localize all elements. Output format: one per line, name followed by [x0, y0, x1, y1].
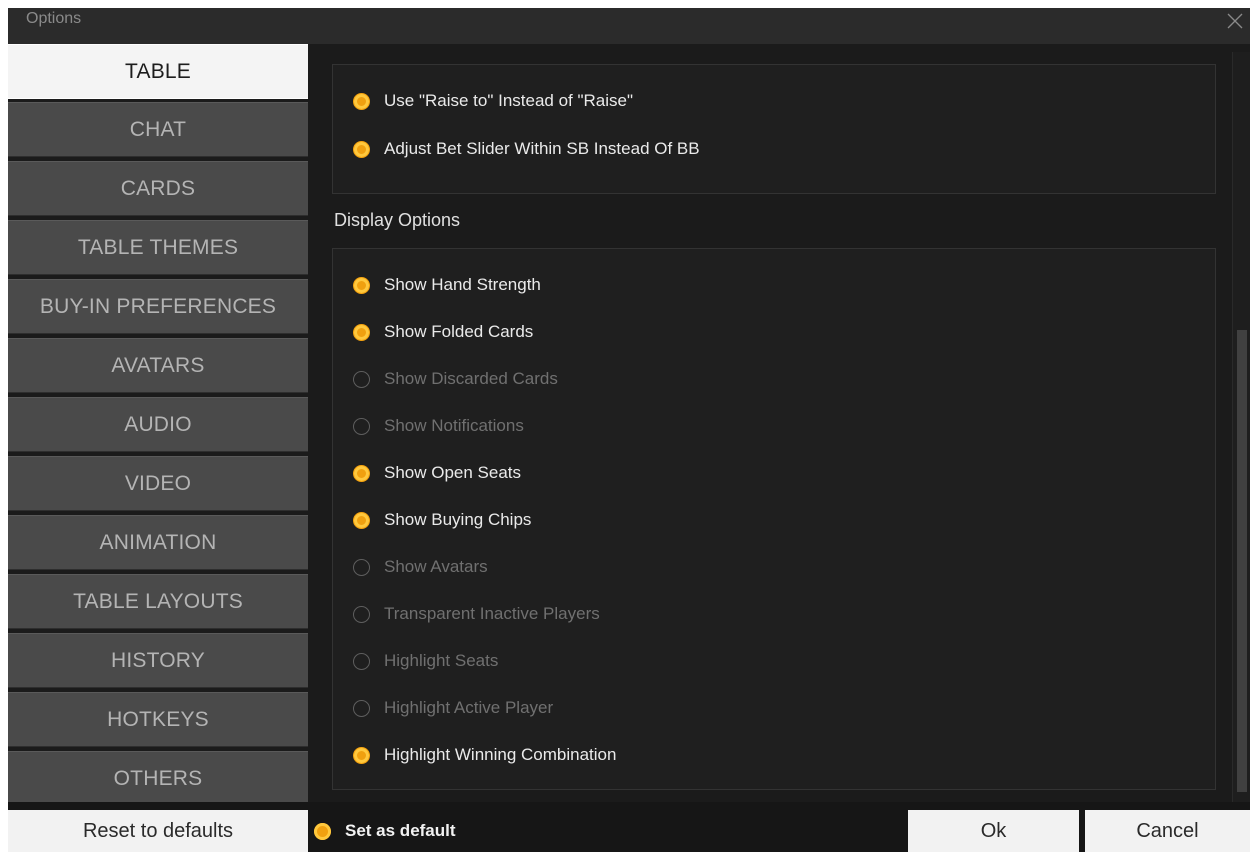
- radio-icon[interactable]: [353, 652, 370, 670]
- sidebar-item-label: CHAT: [129, 117, 187, 141]
- radio-icon[interactable]: [353, 746, 370, 764]
- option-show-discarded-cards[interactable]: Show Discarded Cards: [353, 367, 558, 391]
- close-icon[interactable]: [1226, 12, 1244, 30]
- scrollbar-thumb[interactable]: [1237, 330, 1247, 792]
- radio-icon[interactable]: [353, 370, 370, 388]
- sidebar-item-chat[interactable]: CHAT: [8, 102, 308, 157]
- option-label: Adjust Bet Slider Within SB Instead Of B…: [384, 139, 700, 158]
- sidebar-item-hotkeys[interactable]: HOTKEYS: [8, 692, 308, 747]
- set-as-default-label: Set as default: [345, 821, 456, 840]
- display-options-heading: Display Options: [334, 210, 461, 230]
- sidebar-item-label: ANIMATION: [99, 530, 217, 554]
- content-scrollbar[interactable]: [1232, 52, 1250, 802]
- sidebar-item-audio[interactable]: AUDIO: [8, 397, 308, 452]
- options-sidebar: TABLE CHAT CARDS TABLE THEMES BUY-IN PRE…: [8, 44, 308, 806]
- option-show-avatars[interactable]: Show Avatars: [353, 555, 488, 579]
- radio-icon[interactable]: [353, 699, 370, 717]
- option-label: Highlight Seats: [384, 651, 499, 670]
- title-bar: Options: [8, 8, 1250, 44]
- sidebar-item-table-themes[interactable]: TABLE THEMES: [8, 220, 308, 275]
- options-content: Use "Raise to" Instead of "Raise" Adjust…: [314, 44, 1250, 802]
- sidebar-item-animation[interactable]: ANIMATION: [8, 515, 308, 570]
- sidebar-item-label: HISTORY: [111, 648, 205, 672]
- option-show-open-seats[interactable]: Show Open Seats: [353, 461, 521, 485]
- option-label: Use "Raise to" Instead of "Raise": [384, 91, 634, 110]
- option-highlight-active-player[interactable]: Highlight Active Player: [353, 696, 553, 720]
- radio-icon[interactable]: [353, 417, 370, 435]
- option-label: Highlight Winning Combination: [384, 745, 617, 764]
- option-label: Show Folded Cards: [384, 322, 534, 341]
- ok-button[interactable]: Ok: [908, 810, 1079, 852]
- option-label: Show Hand Strength: [384, 275, 541, 294]
- radio-icon[interactable]: [353, 92, 370, 110]
- options-dialog: Options TABLE CHAT CARDS TABLE THEMES BU…: [8, 8, 1250, 852]
- option-transparent-inactive-players[interactable]: Transparent Inactive Players: [353, 602, 600, 626]
- option-show-notifications[interactable]: Show Notifications: [353, 414, 524, 438]
- radio-icon[interactable]: [353, 276, 370, 294]
- sidebar-item-table[interactable]: TABLE: [8, 44, 308, 99]
- radio-icon[interactable]: [314, 822, 331, 840]
- sidebar-item-table-layouts[interactable]: TABLE LAYOUTS: [8, 574, 308, 629]
- reset-to-defaults-button[interactable]: Reset to defaults: [8, 810, 308, 852]
- radio-icon[interactable]: [353, 464, 370, 482]
- option-show-folded-cards[interactable]: Show Folded Cards: [353, 320, 533, 344]
- betting-options-group: Use "Raise to" Instead of "Raise" Adjust…: [332, 64, 1216, 194]
- option-highlight-seats[interactable]: Highlight Seats: [353, 649, 498, 673]
- set-as-default-toggle[interactable]: Set as default: [314, 810, 456, 852]
- option-use-raise-to[interactable]: Use "Raise to" Instead of "Raise": [353, 89, 633, 113]
- sidebar-item-cards[interactable]: CARDS: [8, 161, 308, 216]
- sidebar-item-label: AVATARS: [111, 353, 205, 377]
- option-highlight-winning-combination[interactable]: Highlight Winning Combination: [353, 743, 616, 767]
- radio-icon[interactable]: [353, 323, 370, 341]
- cancel-button[interactable]: Cancel: [1085, 810, 1250, 852]
- sidebar-item-history[interactable]: HISTORY: [8, 633, 308, 688]
- sidebar-item-label: HOTKEYS: [107, 707, 209, 731]
- option-label: Show Buying Chips: [384, 510, 532, 529]
- option-label: Show Avatars: [384, 557, 488, 576]
- sidebar-item-label: TABLE LAYOUTS: [73, 589, 243, 613]
- radio-icon[interactable]: [353, 558, 370, 576]
- option-label: Transparent Inactive Players: [384, 604, 600, 623]
- option-label: Show Discarded Cards: [384, 369, 558, 388]
- option-label: Show Open Seats: [384, 463, 522, 482]
- option-adjust-bet-slider[interactable]: Adjust Bet Slider Within SB Instead Of B…: [353, 137, 700, 161]
- sidebar-item-label: AUDIO: [124, 412, 192, 436]
- dialog-footer: Reset to defaults Set as default Ok Canc…: [8, 802, 1250, 852]
- sidebar-item-avatars[interactable]: AVATARS: [8, 338, 308, 393]
- sidebar-item-label: BUY-IN PREFERENCES: [39, 294, 277, 318]
- sidebar-item-label: TABLE: [125, 59, 191, 83]
- display-options-group: Show Hand Strength Show Folded Cards Sho…: [332, 248, 1216, 790]
- sidebar-item-buy-in-preferences[interactable]: BUY-IN PREFERENCES: [8, 279, 308, 334]
- sidebar-item-label: TABLE THEMES: [77, 235, 239, 259]
- radio-icon[interactable]: [353, 140, 370, 158]
- option-label: Show Notifications: [384, 416, 524, 435]
- sidebar-item-label: VIDEO: [124, 471, 192, 495]
- radio-icon[interactable]: [353, 511, 370, 529]
- sidebar-item-label: CARDS: [120, 176, 196, 200]
- radio-icon[interactable]: [353, 605, 370, 623]
- sidebar-item-label: OTHERS: [113, 766, 203, 790]
- sidebar-item-others[interactable]: OTHERS: [8, 751, 308, 806]
- sidebar-item-video[interactable]: VIDEO: [8, 456, 308, 511]
- option-label: Highlight Active Player: [384, 698, 554, 717]
- option-show-buying-chips[interactable]: Show Buying Chips: [353, 508, 531, 532]
- option-show-hand-strength[interactable]: Show Hand Strength: [353, 273, 541, 297]
- dialog-title: Options: [26, 10, 82, 27]
